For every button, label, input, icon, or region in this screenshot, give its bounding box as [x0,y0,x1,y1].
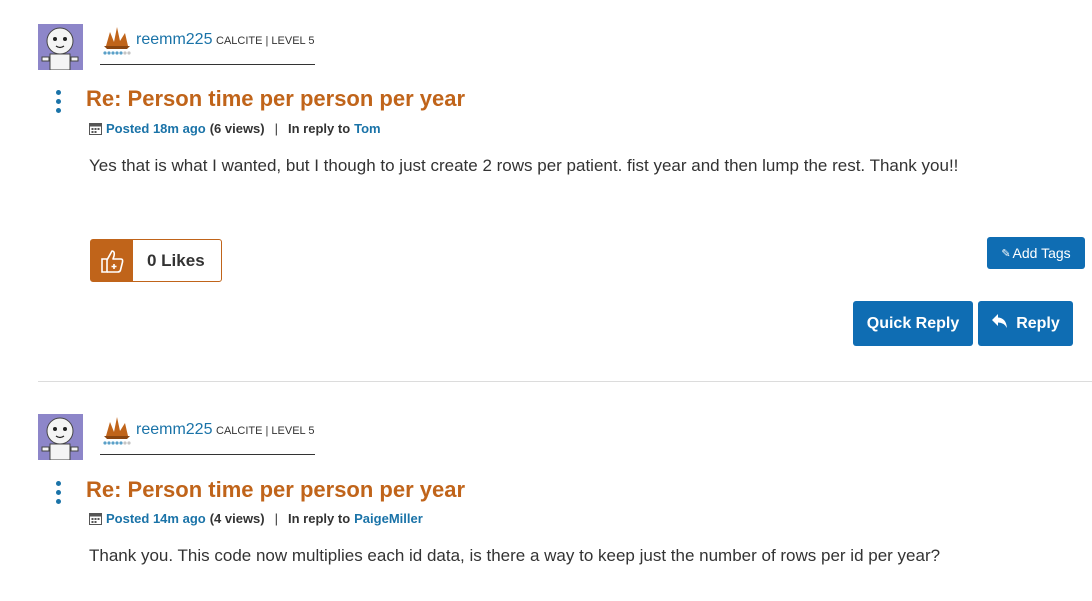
meta-separator: | [274,511,279,526]
in-reply-to-label: In reply to [288,121,351,136]
crystal-rank-icon [102,414,132,446]
add-tags-label: Add Tags [1012,245,1071,261]
vertical-ellipsis-icon[interactable] [52,481,64,507]
author-username[interactable]: reemm225 [136,421,212,439]
calendar-icon [89,122,102,135]
quick-reply-label: Quick Reply [866,314,960,332]
meta-separator: | [274,121,279,136]
robot-avatar-icon[interactable] [38,414,83,460]
add-tags-button[interactable]: ✎ Add Tags [987,237,1085,269]
reply-arrow-icon [991,313,1009,334]
view-count: (6 views) [209,121,265,136]
post-subject[interactable]: Re: Person time per person per year [86,86,465,112]
post-body: Thank you. This code now multiplies each… [89,546,941,565]
robot-avatar-icon[interactable] [38,24,83,70]
author-rank: CALCITE | LEVEL 5 [216,425,315,437]
post-meta: Posted 14m ago (4 views) | In reply to P… [89,511,423,526]
vertical-ellipsis-icon[interactable] [52,90,64,116]
post-divider [38,381,1092,382]
in-reply-to-label: In reply to [288,511,351,526]
thumbs-up-icon [91,240,133,281]
author-username[interactable]: reemm225 [136,31,212,49]
like-button[interactable]: 0 Likes [90,239,222,282]
post-body: Yes that is what I wanted, but I though … [89,156,959,175]
calendar-icon [89,512,102,525]
author-info: reemm225 CALCITE | LEVEL 5 [100,24,315,65]
post-subject[interactable]: Re: Person time per person per year [86,477,465,503]
like-count: 0 Likes [147,250,205,270]
reply-label: Reply [1016,314,1060,332]
in-reply-to-user-link[interactable]: PaigeMiller [354,511,423,526]
author-rank: CALCITE | LEVEL 5 [216,35,315,47]
posted-time-link[interactable]: Posted 14m ago [106,511,206,526]
post-meta: Posted 18m ago (6 views) | In reply to T… [89,121,381,136]
in-reply-to-user-link[interactable]: Tom [354,121,380,136]
reply-button[interactable]: Reply [978,301,1073,346]
tag-icon: ✎ [1001,247,1011,260]
message-post: reemm225 CALCITE | LEVEL 5 Re: Person ti… [0,392,1092,601]
quick-reply-button[interactable]: Quick Reply [853,301,973,346]
message-post: reemm225 CALCITE | LEVEL 5 Re: Person ti… [0,0,1092,382]
author-info: reemm225 CALCITE | LEVEL 5 [100,414,315,455]
view-count: (4 views) [209,511,265,526]
crystal-rank-icon [102,24,132,56]
posted-time-link[interactable]: Posted 18m ago [106,121,206,136]
